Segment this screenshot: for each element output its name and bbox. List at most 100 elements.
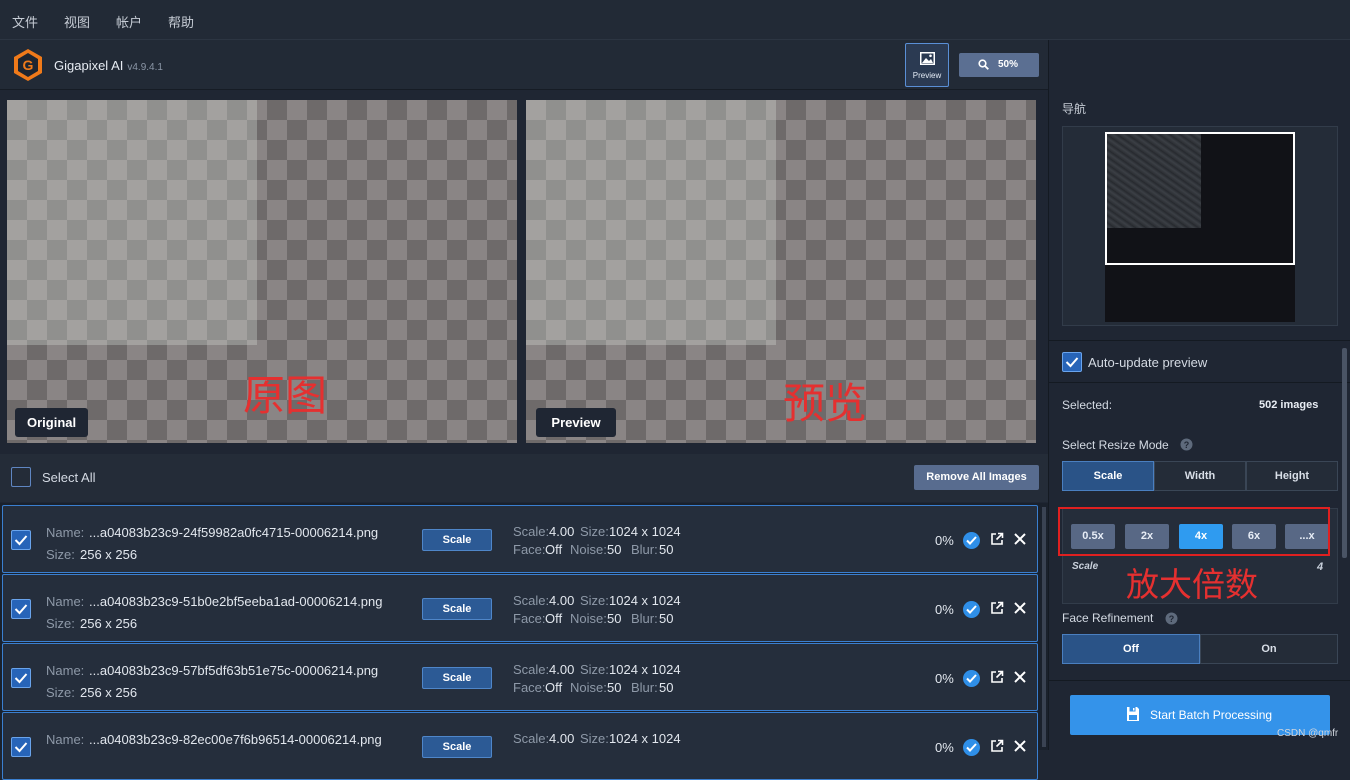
scale-label: Scale: bbox=[513, 731, 550, 746]
face-value: Off bbox=[545, 680, 563, 695]
scale-value: 4.00 bbox=[549, 524, 575, 539]
menu-file[interactable]: 文件 bbox=[12, 12, 38, 31]
file-name: ...a04083b23c9-51b0e2bf5eeba1ad-00006214… bbox=[89, 594, 383, 609]
close-icon[interactable] bbox=[1013, 532, 1027, 549]
list-scrollbar[interactable] bbox=[1040, 503, 1048, 750]
row-scale-button[interactable]: Scale bbox=[422, 736, 492, 758]
external-link-icon[interactable] bbox=[990, 739, 1004, 756]
list-item[interactable]: Name: ...a04083b23c9-24f59982a0fc4715-000… bbox=[2, 505, 1038, 573]
face-refinement-on[interactable]: On bbox=[1200, 634, 1338, 664]
output-size-label: Size: bbox=[580, 524, 609, 539]
blur-value: 50 bbox=[659, 542, 674, 557]
progress-percent: 0% bbox=[935, 740, 954, 755]
scale-label: Scale: bbox=[513, 593, 550, 608]
annotation-scale: 放大倍数 bbox=[1126, 565, 1258, 604]
noise-value: 50 bbox=[607, 542, 622, 557]
resize-mode-scale[interactable]: Scale bbox=[1062, 461, 1154, 491]
done-check-icon bbox=[963, 532, 980, 549]
app-version: v4.9.4.1 bbox=[127, 62, 163, 73]
svg-text:?: ? bbox=[1184, 440, 1190, 450]
panel-scrollbar[interactable] bbox=[1342, 348, 1347, 558]
row-checkbox[interactable] bbox=[11, 599, 31, 619]
face-label: Face: bbox=[513, 611, 546, 626]
scale-value: 4.00 bbox=[549, 731, 575, 746]
noise-value: 50 bbox=[607, 680, 622, 695]
row-scale-button[interactable]: Scale bbox=[422, 667, 492, 689]
resize-mode-title: Select Resize Mode bbox=[1062, 438, 1169, 452]
resize-mode-width[interactable]: Width bbox=[1154, 461, 1246, 491]
check-icon bbox=[14, 742, 28, 753]
row-checkbox[interactable] bbox=[11, 530, 31, 550]
row-checkbox[interactable] bbox=[11, 668, 31, 688]
svg-text:G: G bbox=[23, 57, 34, 73]
navigator-thumbnail[interactable] bbox=[1105, 132, 1295, 322]
list-item[interactable]: Name: ...a04083b23c9-57bf5df63b51e75c-000… bbox=[2, 643, 1038, 711]
list-scroll-thumb[interactable] bbox=[1042, 507, 1046, 747]
name-label: Name: bbox=[46, 663, 85, 678]
magnifier-icon bbox=[978, 59, 989, 70]
input-size: 256 x 256 bbox=[80, 685, 138, 700]
row-checkbox[interactable] bbox=[11, 737, 31, 757]
external-link-icon[interactable] bbox=[990, 532, 1004, 549]
noise-label: Noise: bbox=[570, 611, 607, 626]
external-link-icon[interactable] bbox=[990, 670, 1004, 687]
selected-count: 502 images bbox=[1259, 399, 1319, 411]
watermark: CSDN @qmfr bbox=[1277, 728, 1339, 739]
face-value: Off bbox=[545, 542, 563, 557]
menu-account[interactable]: 帐户 bbox=[116, 12, 142, 31]
panel-divider bbox=[1049, 340, 1350, 341]
blur-value: 50 bbox=[659, 611, 674, 626]
close-icon[interactable] bbox=[1013, 739, 1027, 756]
svg-text:?: ? bbox=[1169, 614, 1175, 624]
scale-label: Scale: bbox=[513, 524, 550, 539]
close-icon[interactable] bbox=[1013, 601, 1027, 618]
panel-divider bbox=[1049, 382, 1350, 383]
navigator-viewport-frame[interactable] bbox=[1105, 132, 1295, 265]
select-all-label: Select All bbox=[42, 470, 96, 485]
check-icon bbox=[14, 535, 28, 546]
name-label: Name: bbox=[46, 594, 85, 609]
question-icon[interactable]: ? bbox=[1165, 612, 1178, 625]
auto-update-checkbox[interactable] bbox=[1062, 352, 1082, 372]
close-icon[interactable] bbox=[1013, 670, 1027, 687]
image-list-header bbox=[0, 454, 1048, 502]
auto-update-label: Auto-update preview bbox=[1088, 355, 1208, 370]
scale-caption: Scale bbox=[1072, 561, 1099, 572]
preview-canvas[interactable] bbox=[526, 100, 1036, 443]
navigator-title: 导航 bbox=[1062, 102, 1087, 116]
row-scale-button[interactable]: Scale bbox=[422, 598, 492, 620]
noise-value: 50 bbox=[607, 611, 622, 626]
menu-view[interactable]: 视图 bbox=[64, 12, 90, 31]
resize-mode-height[interactable]: Height bbox=[1246, 461, 1338, 491]
output-size: 1024 x 1024 bbox=[609, 524, 681, 539]
row-scale-button[interactable]: Scale bbox=[422, 529, 492, 551]
external-link-icon[interactable] bbox=[990, 601, 1004, 618]
annotation-original: 原图 bbox=[243, 371, 328, 420]
original-image bbox=[7, 100, 257, 345]
floppy-icon bbox=[1127, 707, 1139, 721]
face-refinement-off[interactable]: Off bbox=[1062, 634, 1200, 664]
done-check-icon bbox=[963, 739, 980, 756]
blur-label: Blur: bbox=[631, 680, 658, 695]
check-icon bbox=[14, 673, 28, 684]
list-item[interactable]: Name: ...a04083b23c9-82ec00e7f6b96514-000… bbox=[2, 712, 1038, 780]
question-icon[interactable]: ? bbox=[1180, 438, 1193, 451]
list-item[interactable]: Name: ...a04083b23c9-51b0e2bf5eeba1ad-000… bbox=[2, 574, 1038, 642]
size-label: Size: bbox=[46, 685, 75, 700]
menu-bar: 文件 视图 帐户 帮助 bbox=[0, 0, 1350, 40]
gigapixel-logo-icon: G bbox=[14, 49, 42, 81]
output-size-label: Size: bbox=[580, 593, 609, 608]
progress-percent: 0% bbox=[935, 602, 954, 617]
menu-help[interactable]: 帮助 bbox=[168, 12, 194, 31]
name-label: Name: bbox=[46, 732, 85, 747]
zoom-button[interactable]: 50% bbox=[959, 53, 1039, 77]
remove-all-images-button[interactable]: Remove All Images bbox=[914, 465, 1039, 490]
output-size: 1024 x 1024 bbox=[609, 731, 681, 746]
input-size: 256 x 256 bbox=[80, 616, 138, 631]
preview-toggle-button[interactable]: Preview bbox=[905, 43, 949, 87]
face-label: Face: bbox=[513, 680, 546, 695]
face-label: Face: bbox=[513, 542, 546, 557]
select-all-checkbox[interactable] bbox=[11, 467, 31, 487]
zoom-level: 50% bbox=[998, 59, 1019, 70]
scale-label: Scale: bbox=[513, 662, 550, 677]
